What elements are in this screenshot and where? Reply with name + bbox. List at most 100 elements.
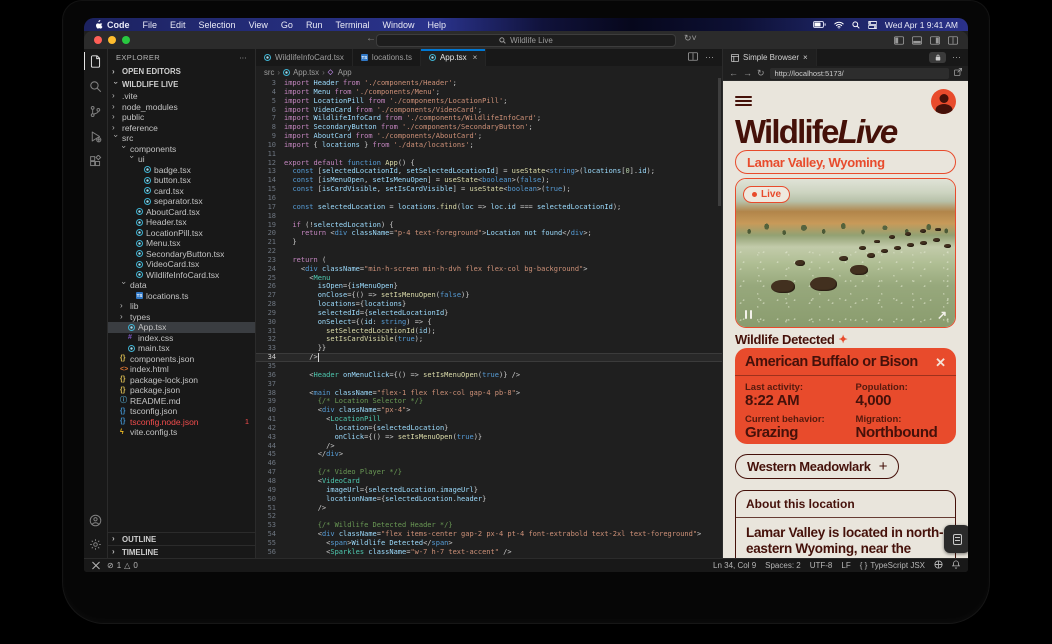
menu-bar-clock[interactable]: Wed Apr 1 9:41 AM [885,20,958,30]
split-editor-icon[interactable] [688,52,698,63]
menu-edit[interactable]: Edit [170,20,186,30]
breadcrumb-item[interactable]: App.tsx [293,68,319,77]
explorer-icon[interactable] [84,53,108,69]
tree-item[interactable]: {}package.json [108,385,255,396]
toggle-panel-icon[interactable] [912,36,922,45]
status-lf[interactable]: LF [841,561,850,570]
timeline-section[interactable]: › TIMELINE [108,545,255,558]
breadcrumb-item[interactable]: App [338,68,352,77]
browser-reload-icon[interactable]: ↻ [757,69,765,78]
apple-menu[interactable] [94,20,103,30]
customize-layout-icon[interactable] [948,36,958,45]
settings-gear-icon[interactable] [84,536,108,552]
tree-item[interactable]: {}components.json [108,354,255,365]
menu-file[interactable]: File [143,20,158,30]
tree-item[interactable]: SecondaryButton.tsx [108,249,255,260]
browser-forward-icon[interactable]: → [743,69,752,78]
tree-item[interactable]: VideoCard.tsx [108,259,255,270]
secondary-species-button[interactable]: Western Meadowlark+ [735,454,899,479]
spotlight-icon[interactable] [852,21,860,29]
tab-locations-ts[interactable]: TSlocations.ts [353,49,421,66]
browser-more-icon[interactable]: ⋯ [952,52,961,63]
tree-item[interactable]: card.tsx [108,186,255,197]
tree-item[interactable]: App.tsx [108,322,255,333]
tree-item[interactable]: WildlifeInfoCard.tsx [108,270,255,281]
menu-code[interactable]: Code [107,20,130,30]
search-sidebar-icon[interactable] [84,78,108,94]
status-utf8[interactable]: UTF-8 [810,561,833,570]
editor-scrollbar[interactable] [718,78,721,206]
tree-item[interactable]: ›components [108,144,255,155]
close-window-button[interactable] [94,36,102,44]
toggle-secondary-sidebar-icon[interactable] [930,36,940,45]
tree-item[interactable]: ›lib [108,301,255,312]
tree-item[interactable]: ›public [108,112,255,123]
outline-section[interactable]: › OUTLINE [108,532,255,545]
tree-item[interactable]: ϟvite.config.ts [108,427,255,438]
tree-item[interactable]: ⓘREADME.md [108,396,255,407]
project-section[interactable]: › WILDLIFE LIVE [108,78,255,91]
url-input[interactable]: http://localhost:5173/ [770,68,949,79]
extensions-icon[interactable] [84,153,108,169]
menu-view[interactable]: View [249,20,268,30]
menu-run[interactable]: Run [306,20,323,30]
open-editors-section[interactable]: › OPEN EDITORS [108,65,255,78]
open-external-icon[interactable] [954,68,962,78]
breadcrumb-item[interactable]: src [264,68,274,77]
tab-wildlifeinfocard-tsx[interactable]: WildlifeInfoCard.tsx [256,49,353,66]
code-editor[interactable]: 3456789101112131415161718192021222324252… [256,78,722,558]
tree-item[interactable]: badge.tsx [108,165,255,176]
tree-item[interactable]: AboutCard.tsx [108,207,255,218]
tree-item[interactable]: button.tsx [108,175,255,186]
notifications-bell-icon[interactable] [952,560,960,571]
problems-indicator[interactable]: ⊘1 △0 [107,561,138,570]
wifi-icon[interactable] [834,21,844,29]
battery-icon[interactable] [813,21,826,28]
menu-window[interactable]: Window [382,20,414,30]
close-card-icon[interactable]: ✕ [935,356,946,369]
tree-item[interactable]: ›data [108,280,255,291]
tree-item[interactable]: main.tsx [108,343,255,354]
tree-item[interactable]: Menu.tsx [108,238,255,249]
explorer-more-icon[interactable]: ⋯ [239,53,247,62]
minimize-window-button[interactable] [108,36,116,44]
language-mode[interactable]: { } TypeScript JSX [860,561,925,570]
tab-simple-browser[interactable]: Simple Browser × [723,49,817,66]
lock-icon[interactable] [929,52,946,63]
menu-help[interactable]: Help [427,20,446,30]
close-tab-icon[interactable]: × [803,53,808,62]
close-tab-icon[interactable]: × [473,53,478,62]
menu-terminal[interactable]: Terminal [335,20,369,30]
tree-item[interactable]: {}tsconfig.node.json1 [108,417,255,428]
tree-item[interactable]: TSlocations.ts [108,291,255,302]
tree-item[interactable]: ›types [108,312,255,323]
tree-item[interactable]: #index.css [108,333,255,344]
tree-item[interactable]: ›ui [108,154,255,165]
tree-item[interactable]: Header.tsx [108,217,255,228]
back-arrow-icon[interactable]: ← [366,33,376,44]
tree-item[interactable]: ›reference [108,123,255,134]
menu-selection[interactable]: Selection [199,20,236,30]
refresh-layout-icon[interactable]: ↻˅ [684,33,697,44]
browser-back-icon[interactable]: ← [729,69,738,78]
location-pill[interactable]: Lamar Valley, Wyoming [735,150,956,174]
toggle-sidebar-icon[interactable] [894,36,904,45]
remote-indicator-icon[interactable] [92,562,100,570]
tab-app-tsx[interactable]: App.tsx× [421,49,486,66]
expand-icon[interactable]: ↗ [937,308,947,322]
formatter-icon[interactable] [934,560,943,571]
source-control-icon[interactable] [84,103,108,119]
status-ln[interactable]: Ln 34, Col 9 [713,561,756,570]
account-icon[interactable] [84,512,108,528]
run-debug-icon[interactable] [84,128,108,144]
tree-item[interactable]: ›src [108,133,255,144]
floating-toolbar-button[interactable] [944,525,968,553]
hamburger-menu-icon[interactable] [735,96,752,107]
status-spaces[interactable]: Spaces: 2 [765,561,801,570]
zoom-window-button[interactable] [122,36,130,44]
control-center-icon[interactable] [868,21,877,29]
pause-button[interactable] [745,310,752,319]
tree-item[interactable]: ›node_modules [108,102,255,113]
tree-item[interactable]: separator.tsx [108,196,255,207]
avatar[interactable] [931,89,956,114]
